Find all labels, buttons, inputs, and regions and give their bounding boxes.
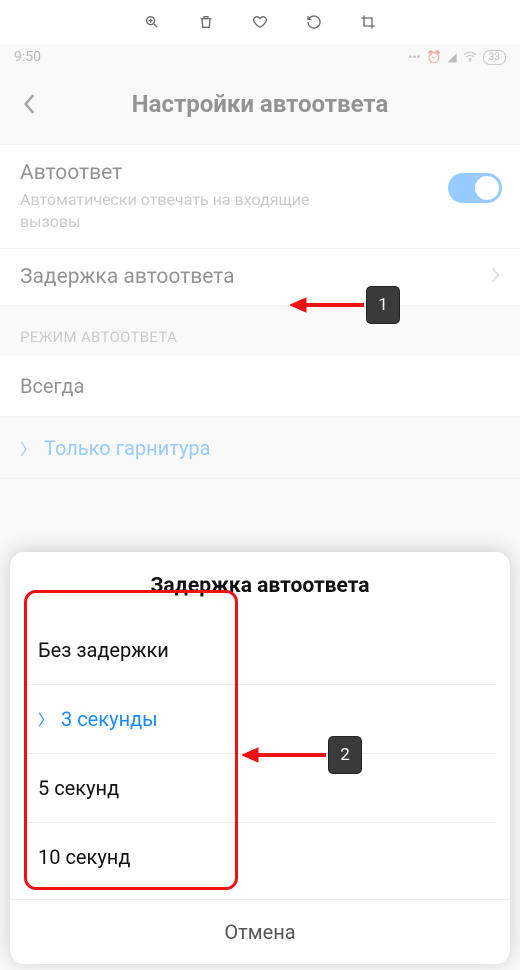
chevron-right-icon [490, 266, 500, 288]
editor-toolbar [0, 0, 520, 44]
battery-icon: 33 [483, 50, 506, 65]
sheet-list: Без задержки 〉 3 секунды 5 секунд 10 сек… [24, 616, 496, 891]
rotate-icon[interactable] [305, 13, 323, 31]
delay-row[interactable]: Задержка автоответа [0, 249, 520, 306]
phone-screen: 9:50 ••• ⏰ ◢ 33 Настройки автоответа Авт… [0, 44, 520, 970]
trash-icon[interactable] [197, 13, 215, 31]
dots-icon: ••• [408, 50, 420, 64]
wifi-icon [463, 50, 477, 65]
sheet-title: Задержка автоответа [10, 552, 510, 616]
zoom-icon[interactable] [143, 13, 161, 31]
status-time: 9:50 [14, 49, 41, 65]
sheet-option-5s[interactable]: 5 секунд [24, 754, 496, 823]
delay-title: Задержка автоответа [20, 265, 235, 289]
mode-section-label: РЕЖИМ АВТООТВЕТА [0, 306, 520, 356]
mode-headset-label: Только гарнитура [44, 436, 211, 460]
mode-always-label: Всегда [20, 374, 84, 398]
sheet-option-10s[interactable]: 10 секунд [24, 823, 496, 891]
chevron-right-icon: 〉 [20, 436, 36, 460]
mode-always-row[interactable]: Всегда [0, 356, 520, 417]
page-header: Настройки автоответа [0, 70, 520, 138]
heart-icon[interactable] [251, 13, 269, 31]
mode-headset-row[interactable]: 〉 Только гарнитура [0, 417, 520, 479]
sheet-option-no-delay[interactable]: Без задержки [24, 616, 496, 685]
sheet-option-label: 10 секунд [38, 845, 130, 869]
status-bar: 9:50 ••• ⏰ ◢ 33 [0, 44, 520, 70]
crop-icon[interactable] [359, 13, 377, 31]
chevron-right-icon: 〉 [38, 709, 53, 730]
autoanswer-row[interactable]: Автоответ Автоматически отвечать на вход… [0, 144, 520, 249]
alarm-icon: ⏰ [427, 50, 442, 64]
signal-icon: ◢ [448, 50, 457, 64]
sheet-option-label: 5 секунд [38, 776, 119, 800]
sheet-option-label: Без задержки [38, 638, 169, 662]
delay-sheet: Задержка автоответа Без задержки 〉 3 сек… [10, 552, 510, 964]
autoanswer-toggle[interactable] [448, 173, 502, 203]
sheet-cancel-button[interactable]: Отмена [10, 899, 510, 960]
status-right: ••• ⏰ ◢ 33 [408, 50, 506, 65]
page-title: Настройки автоответа [16, 90, 504, 118]
autoanswer-title: Автоответ [20, 161, 500, 185]
autoanswer-subtitle: Автоматически отвечать на входящие вызов… [20, 189, 360, 232]
sheet-option-3s[interactable]: 〉 3 секунды [24, 685, 496, 754]
sheet-option-label: 3 секунды [61, 707, 158, 731]
